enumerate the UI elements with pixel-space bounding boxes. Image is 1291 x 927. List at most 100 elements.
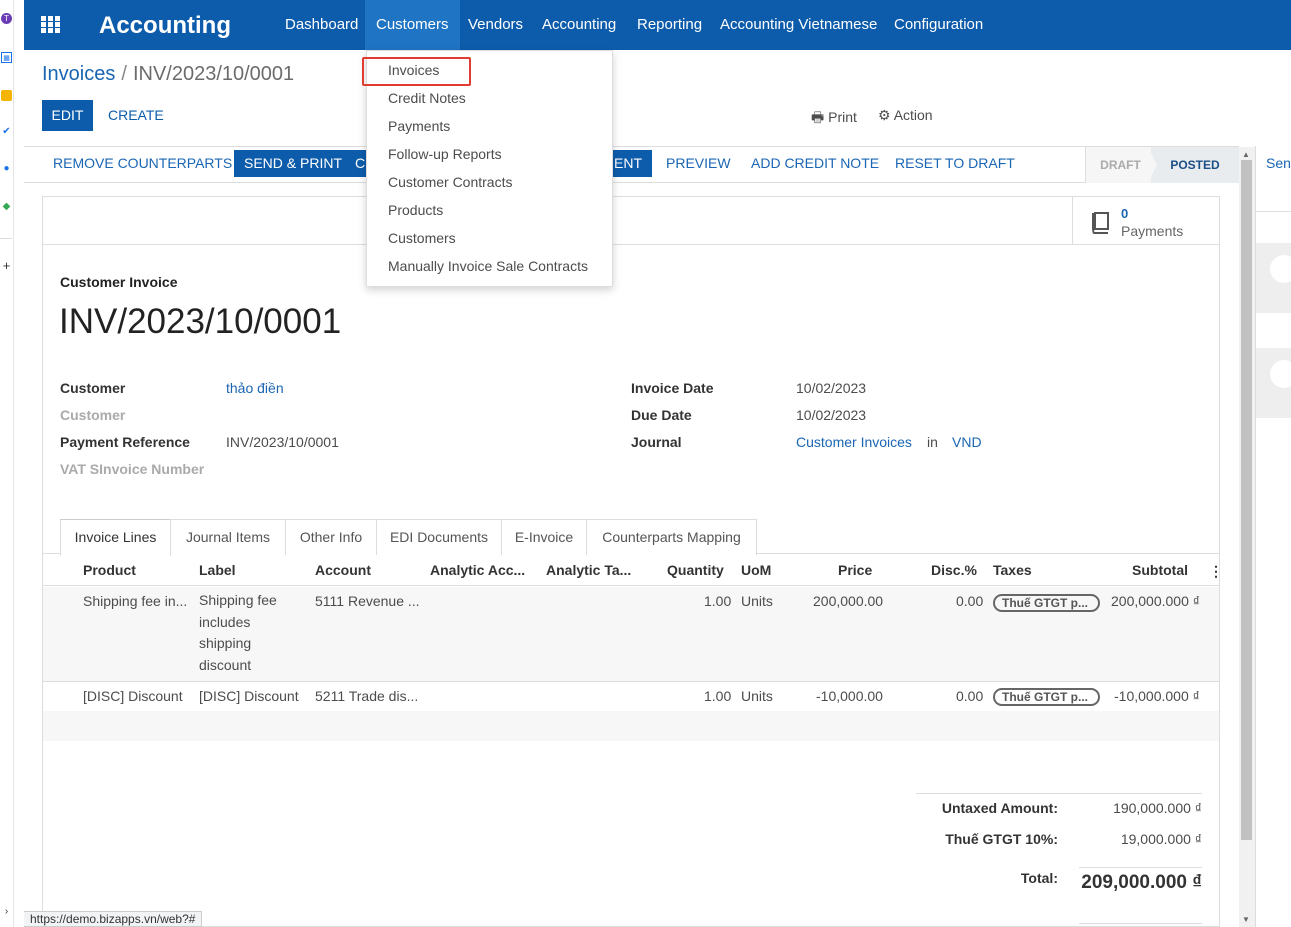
invoice-date-value: 10/02/2023 bbox=[796, 380, 867, 396]
print-label: Print bbox=[828, 109, 857, 125]
column-options-icon[interactable]: ⋮ bbox=[1209, 563, 1223, 580]
menu-item-payments[interactable]: Payments bbox=[388, 118, 450, 134]
create-button[interactable]: CREATE bbox=[108, 100, 164, 131]
tax-amount-value: 19,000.000 ₫ bbox=[1120, 831, 1202, 847]
row1-quantity: 1.00 bbox=[704, 593, 732, 609]
nav-accounting[interactable]: Accounting bbox=[531, 0, 627, 50]
nav-configuration[interactable]: Configuration bbox=[883, 0, 994, 50]
add-icon[interactable]: + bbox=[1, 259, 12, 272]
maps-icon[interactable]: ◆ bbox=[1, 201, 12, 212]
remove-counterparts-button[interactable]: REMOVE COUNTERPARTS bbox=[53, 150, 232, 177]
scroll-down-icon[interactable]: ▼ bbox=[1242, 915, 1250, 924]
row1-uom: Units bbox=[741, 593, 773, 609]
col-quantity[interactable]: Quantity bbox=[667, 562, 724, 578]
breadcrumb-separator: / bbox=[121, 63, 127, 85]
menu-item-manually-invoice-sale-contracts[interactable]: Manually Invoice Sale Contracts bbox=[388, 258, 588, 274]
action-menu[interactable]: ⚙ Action bbox=[878, 107, 933, 124]
row2-quantity: 1.00 bbox=[704, 688, 732, 704]
tasks-icon[interactable]: ✔ bbox=[1, 126, 12, 137]
status-url: https://demo.bizapps.vn/web?# bbox=[24, 911, 203, 927]
profile-icon[interactable]: T bbox=[1, 13, 12, 24]
col-uom[interactable]: UoM bbox=[741, 562, 771, 578]
menu-item-customer-contracts[interactable]: Customer Contracts bbox=[388, 174, 512, 190]
top-navbar: Accounting Dashboard Customers Vendors A… bbox=[24, 0, 1291, 50]
tab-journal-items[interactable]: Journal Items bbox=[170, 519, 286, 555]
col-taxes[interactable]: Taxes bbox=[993, 562, 1032, 578]
nav-accounting-vietnamese[interactable]: Accounting Vietnamese bbox=[709, 0, 888, 50]
menu-item-customers[interactable]: Customers bbox=[388, 230, 456, 246]
divider bbox=[1079, 923, 1202, 924]
due-date-label: Due Date bbox=[631, 407, 692, 423]
gear-icon: ⚙ bbox=[878, 107, 891, 123]
divider bbox=[43, 585, 1219, 586]
contacts-icon[interactable]: ● bbox=[1, 163, 12, 174]
calendar-icon[interactable]: ▦ bbox=[1, 52, 12, 63]
due-date-value: 10/02/2023 bbox=[796, 407, 867, 423]
divider bbox=[916, 793, 1202, 794]
breadcrumb-invoices[interactable]: Invoices bbox=[42, 63, 115, 85]
print-icon: 🖶 bbox=[811, 109, 825, 125]
col-label[interactable]: Label bbox=[199, 562, 236, 578]
breadcrumb-current: INV/2023/10/0001 bbox=[132, 63, 295, 85]
keep-icon[interactable] bbox=[1, 90, 12, 101]
breadcrumb: Invoices / INV/2023/10/0001 bbox=[42, 63, 294, 86]
add-credit-note-button[interactable]: ADD CREDIT NOTE bbox=[751, 150, 879, 177]
stage-arrow bbox=[1148, 147, 1157, 183]
tab-edi-documents[interactable]: EDI Documents bbox=[376, 519, 502, 555]
col-price[interactable]: Price bbox=[838, 562, 872, 578]
tab-other-info[interactable]: Other Info bbox=[285, 519, 377, 555]
untaxed-amount-value: 190,000.000 ₫ bbox=[1113, 800, 1202, 816]
nav-reporting[interactable]: Reporting bbox=[626, 0, 713, 50]
row1-label: Shipping fee includes shipping discount bbox=[199, 592, 277, 673]
payments-count: 0 bbox=[1121, 206, 1129, 221]
currency-value[interactable]: VND bbox=[952, 434, 982, 450]
stage-posted[interactable]: POSTED bbox=[1151, 147, 1239, 183]
apps-grid-icon[interactable] bbox=[41, 16, 61, 34]
send-message-button[interactable]: Sen bbox=[1266, 155, 1291, 171]
menu-item-products[interactable]: Products bbox=[388, 202, 443, 218]
divider bbox=[1079, 867, 1202, 868]
nav-dashboard[interactable]: Dashboard bbox=[274, 0, 369, 50]
untaxed-amount-label: Untaxed Amount: bbox=[941, 800, 1058, 816]
avatar bbox=[1256, 348, 1291, 418]
chevron-right-icon[interactable]: › bbox=[1, 906, 12, 917]
col-analytic-account[interactable]: Analytic Acc... bbox=[430, 562, 525, 578]
document-type: Customer Invoice bbox=[60, 274, 178, 290]
avatar-icon bbox=[1270, 255, 1291, 283]
row1-tax-badge: Thuế GTGT p... bbox=[993, 594, 1100, 612]
row1-price: 200,000.00 bbox=[813, 593, 884, 609]
scrollbar-thumb[interactable] bbox=[1241, 160, 1252, 840]
col-discount[interactable]: Disc.% bbox=[931, 562, 977, 578]
reset-to-draft-button[interactable]: RESET TO DRAFT bbox=[895, 150, 1015, 177]
col-analytic-tags[interactable]: Analytic Ta... bbox=[546, 562, 631, 578]
menu-item-follow-up-reports[interactable]: Follow-up Reports bbox=[388, 146, 502, 162]
preview-button[interactable]: PREVIEW bbox=[666, 150, 731, 177]
journal-value[interactable]: Customer Invoices bbox=[796, 434, 912, 450]
tab-invoice-lines[interactable]: Invoice Lines bbox=[60, 519, 171, 556]
row1-product: Shipping fee in... bbox=[83, 593, 188, 609]
book-icon bbox=[1090, 212, 1110, 234]
app-brand[interactable]: Accounting bbox=[99, 12, 231, 40]
tab-e-invoice[interactable]: E-Invoice bbox=[501, 519, 587, 555]
action-label: Action bbox=[893, 107, 933, 123]
col-account[interactable]: Account bbox=[315, 562, 371, 578]
row2-product: [DISC] Discount bbox=[83, 688, 183, 704]
payment-reference-label: Payment Reference bbox=[60, 434, 190, 450]
payment-reference-value: INV/2023/10/0001 bbox=[226, 434, 339, 450]
print-menu[interactable]: 🖶 Print bbox=[811, 107, 857, 131]
invoice-number: INV/2023/10/0001 bbox=[59, 302, 342, 341]
row2-tax-badge: Thuế GTGT p... bbox=[993, 688, 1100, 706]
tab-counterparts-mapping[interactable]: Counterparts Mapping bbox=[586, 519, 757, 555]
customer-label-secondary: Customer bbox=[60, 407, 126, 423]
edit-button[interactable]: EDIT bbox=[42, 100, 93, 131]
nav-vendors[interactable]: Vendors bbox=[457, 0, 534, 50]
stage-draft[interactable]: DRAFT bbox=[1085, 147, 1155, 183]
highlight-box bbox=[362, 57, 471, 86]
nav-customers[interactable]: Customers bbox=[365, 0, 460, 50]
customer-value[interactable]: thảo điền bbox=[226, 380, 284, 396]
scroll-up-icon[interactable]: ▲ bbox=[1242, 150, 1250, 159]
col-product[interactable]: Product bbox=[83, 562, 136, 578]
menu-item-credit-notes[interactable]: Credit Notes bbox=[388, 90, 466, 106]
col-subtotal[interactable]: Subtotal bbox=[1132, 562, 1188, 578]
send-print-button[interactable]: SEND & PRINT bbox=[234, 150, 353, 177]
